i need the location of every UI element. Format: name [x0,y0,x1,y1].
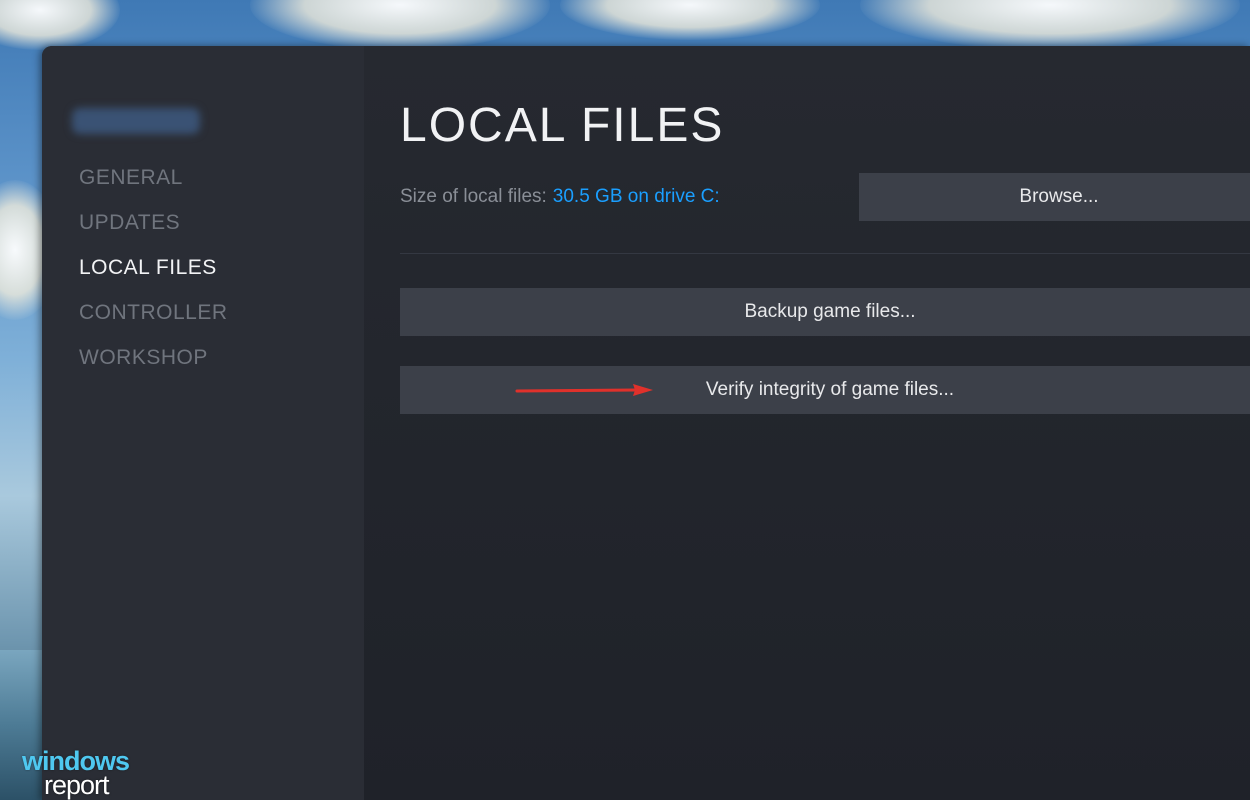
sidebar-item-general[interactable]: GENERAL [79,164,228,209]
game-name-blurred [72,108,200,134]
wallpaper-cloud [250,0,550,50]
windows-report-logo: windows report [22,748,142,800]
logo-text-report: report [44,770,110,800]
sidebar-item-controller[interactable]: CONTROLLER [79,299,228,344]
main-content: LOCAL FILES Size of local files: 30.5 GB … [364,46,1250,800]
sidebar-item-updates[interactable]: UPDATES [79,209,228,254]
sidebar: GENERAL UPDATES LOCAL FILES CONTROLLER W… [42,46,364,800]
sidebar-nav: GENERAL UPDATES LOCAL FILES CONTROLLER W… [79,164,228,389]
properties-window: GENERAL UPDATES LOCAL FILES CONTROLLER W… [42,46,1250,800]
sidebar-item-workshop[interactable]: WORKSHOP [79,344,228,389]
size-value-link[interactable]: 30.5 GB on drive C: [553,186,720,207]
wallpaper-cloud [560,0,820,40]
divider [400,253,1250,254]
arrow-right-icon [515,384,653,396]
wallpaper-cloud [860,0,1240,50]
size-label: Size of local files: [400,186,547,207]
backup-game-files-button[interactable]: Backup game files... [400,288,1250,336]
wallpaper-cloud [0,0,120,50]
sidebar-item-local-files[interactable]: LOCAL FILES [79,254,228,299]
browse-button[interactable]: Browse... [859,173,1250,221]
page-title: LOCAL FILES [400,99,725,152]
local-files-size-row: Size of local files: 30.5 GB on drive C: [400,186,720,208]
